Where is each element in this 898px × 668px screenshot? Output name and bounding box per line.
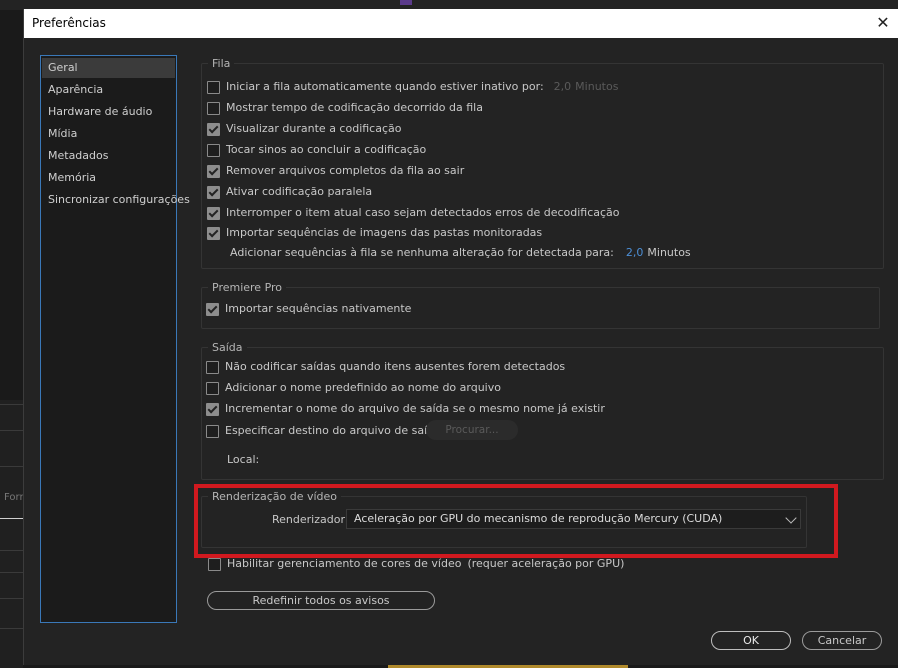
checkbox[interactable]	[207, 226, 220, 240]
output-legend: Saída	[212, 341, 243, 354]
sidebar-item-memoria[interactable]: Memória	[42, 168, 175, 188]
add-sequences-label: Adicionar sequências à fila se nenhuma a…	[230, 246, 614, 259]
idle-value[interactable]: 2,0	[554, 78, 572, 96]
checkbox[interactable]	[207, 164, 220, 178]
premiere-option-import-native[interactable]: Importar sequências nativamente	[206, 300, 411, 318]
checkbox[interactable]	[207, 80, 220, 94]
reset-warnings-button[interactable]: Redefinir todos os avisos	[207, 591, 435, 610]
checkbox[interactable]	[208, 557, 221, 571]
queue-option-import-sequences[interactable]: Importar sequências de imagens das pasta…	[207, 224, 542, 242]
queue-option-stop-on-error[interactable]: Interromper o item atual caso sejam dete…	[207, 204, 620, 222]
option-label: Remover arquivos completos da fila ao sa…	[226, 164, 465, 177]
title-bar: Preferências ✕	[24, 9, 898, 38]
sidebar-item-geral[interactable]: Geral	[42, 58, 175, 78]
output-option-specify-destination[interactable]: Especificar destino do arquivo de saída:	[206, 422, 445, 440]
background-app-icon	[400, 0, 412, 5]
chevron-down-icon	[785, 512, 797, 524]
sidebar-item-midia[interactable]: Mídia	[42, 124, 175, 144]
output-option-skip-missing[interactable]: Não codificar saídas quando itens ausent…	[206, 358, 565, 376]
option-label: Não codificar saídas quando itens ausent…	[225, 360, 566, 373]
option-label: Incrementar o nome do arquivo de saída s…	[225, 402, 605, 415]
sidebar-item-aparencia[interactable]: Aparência	[42, 80, 175, 100]
queue-option-auto-start[interactable]: Iniciar a fila automaticamente quando es…	[207, 78, 618, 96]
checkbox[interactable]	[207, 101, 220, 115]
video-render-legend: Renderização de vídeo	[212, 490, 338, 503]
preferences-dialog: Preferências ✕ Geral Aparência Hardware …	[23, 9, 898, 665]
option-note: (requer aceleração por GPU)	[467, 557, 625, 570]
option-label: Especificar destino do arquivo de saída:	[225, 424, 445, 437]
sidebar-item-sincronizar[interactable]: Sincronizar configurações	[42, 190, 190, 210]
color-management-option[interactable]: Habilitar gerenciamento de cores de víde…	[208, 555, 624, 573]
idle-unit: Minutos	[575, 80, 619, 93]
option-label: Adicionar o nome predefinido ao nome do …	[225, 381, 501, 394]
checkbox[interactable]	[207, 185, 220, 199]
renderer-selected-value: Aceleração por GPU do mecanismo de repro…	[354, 512, 723, 525]
option-label: Mostrar tempo de codificação decorrido d…	[226, 101, 483, 114]
checkbox[interactable]	[207, 143, 220, 157]
add-sequences-value[interactable]: 2,0	[626, 244, 644, 262]
option-label: Ativar codificação paralela	[226, 185, 373, 198]
option-label: Visualizar durante a codificação	[226, 122, 402, 135]
close-icon[interactable]: ✕	[873, 12, 893, 34]
option-label: Importar sequências nativamente	[225, 302, 412, 315]
renderer-dropdown[interactable]: Aceleração por GPU do mecanismo de repro…	[346, 509, 801, 529]
option-label: Habilitar gerenciamento de cores de víde…	[227, 557, 462, 570]
sidebar-item-hardware-audio[interactable]: Hardware de áudio	[42, 102, 175, 122]
checkbox[interactable]	[207, 206, 220, 220]
checkbox[interactable]	[206, 402, 219, 416]
queue-option-chime[interactable]: Tocar sinos ao concluir a codificação	[207, 141, 426, 159]
option-label: Iniciar a fila automaticamente quando es…	[226, 80, 544, 93]
preferences-sidebar: Geral Aparência Hardware de áudio Mídia …	[40, 55, 190, 623]
cancel-button[interactable]: Cancelar	[802, 631, 882, 650]
queue-option-parallel[interactable]: Ativar codificação paralela	[207, 183, 372, 201]
output-option-add-preset-name[interactable]: Adicionar o nome predefinido ao nome do …	[206, 379, 501, 397]
output-option-increment-name[interactable]: Incrementar o nome do arquivo de saída s…	[206, 400, 605, 418]
premiere-legend: Premiere Pro	[212, 281, 283, 294]
checkbox[interactable]	[206, 360, 219, 374]
checkbox[interactable]	[206, 302, 219, 316]
background-partial-text: Forr	[4, 492, 24, 503]
add-sequences-unit: Minutos	[647, 246, 691, 259]
checkbox[interactable]	[206, 424, 219, 438]
ok-button[interactable]: OK	[711, 631, 791, 650]
add-sequences-row: Adicionar sequências à fila se nenhuma a…	[230, 244, 691, 262]
local-label: Local:	[227, 453, 260, 466]
queue-legend: Fila	[212, 57, 231, 70]
dialog-title: Preferências	[32, 16, 106, 30]
checkbox[interactable]	[206, 381, 219, 395]
renderer-label: Renderizador:	[272, 513, 349, 526]
sidebar-item-metadados[interactable]: Metadados	[42, 146, 175, 166]
queue-option-show-time[interactable]: Mostrar tempo de codificação decorrido d…	[207, 99, 483, 117]
queue-option-preview[interactable]: Visualizar durante a codificação	[207, 120, 401, 138]
browse-button[interactable]: Procurar...	[426, 420, 518, 440]
option-label: Importar sequências de imagens das pasta…	[226, 226, 543, 239]
option-label: Interromper o item atual caso sejam dete…	[226, 206, 620, 219]
background-app-panel	[0, 400, 23, 668]
option-label: Tocar sinos ao concluir a codificação	[226, 143, 427, 156]
queue-option-remove-completed[interactable]: Remover arquivos completos da fila ao sa…	[207, 162, 464, 180]
checkbox[interactable]	[207, 122, 220, 136]
